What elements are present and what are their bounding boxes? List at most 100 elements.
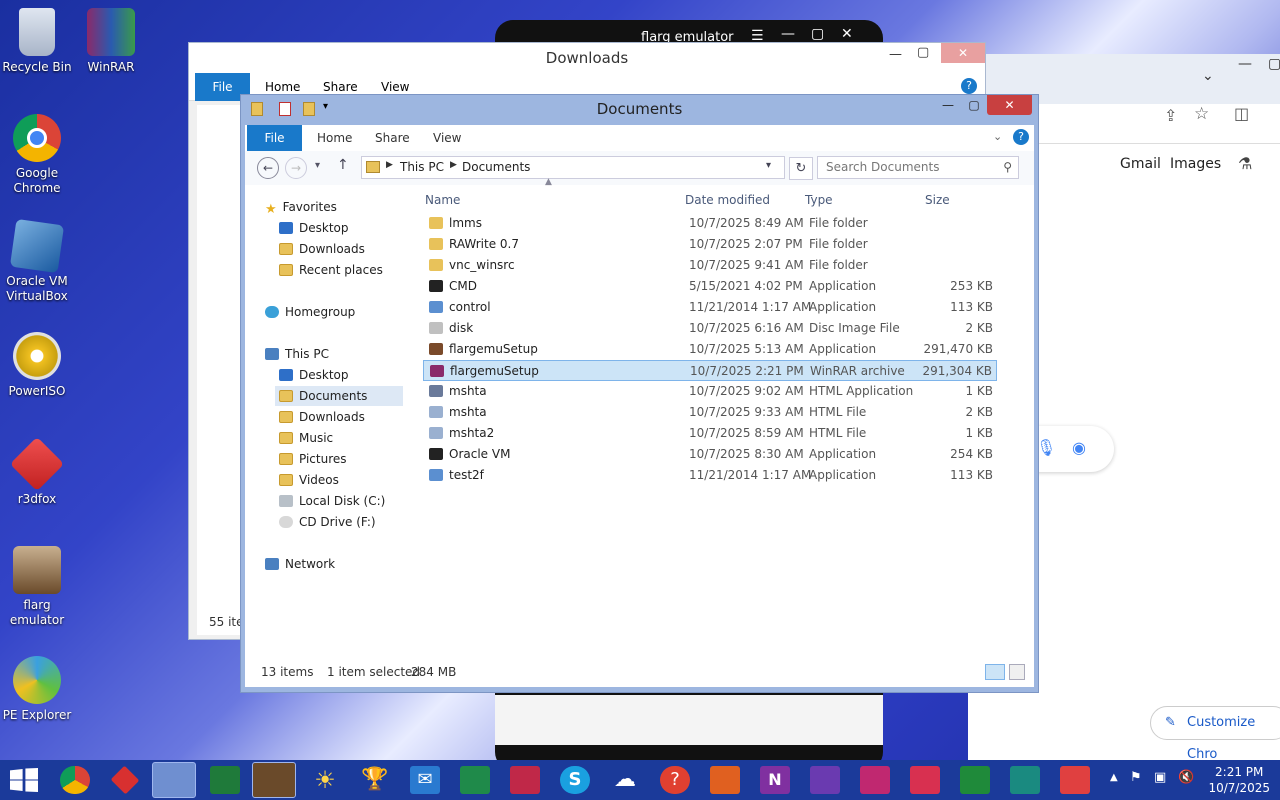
customize-chrome-button[interactable]: ✎ Customize Chro [1150, 706, 1280, 762]
chrome-taskbar-icon[interactable] [60, 766, 90, 794]
file-row[interactable]: mshta2 10/7/2025 8:59 AM HTML File 1 KB [423, 423, 997, 444]
tab-view[interactable]: View [381, 80, 409, 94]
tab-home[interactable]: Home [265, 80, 300, 94]
close-button[interactable]: ✕ [941, 43, 985, 63]
tab-home[interactable]: Home [317, 125, 352, 151]
nav-pc-videos[interactable]: Videos [279, 470, 339, 490]
nav-pc-music[interactable]: Music [279, 428, 333, 448]
volume-muted-icon[interactable]: 🔇 [1178, 770, 1194, 785]
people-taskbar-icon[interactable] [710, 766, 740, 794]
restore-icon[interactable]: ▢ [1268, 56, 1280, 72]
maximize-icon[interactable]: ▢ [917, 45, 929, 60]
skype-taskbar-icon[interactable]: S [560, 766, 590, 794]
minimize-icon[interactable]: — [889, 47, 902, 62]
nav-homegroup[interactable]: Homegroup [265, 302, 355, 322]
column-date[interactable]: Date modified [685, 193, 770, 207]
chevron-down-icon[interactable]: ⌄ [1202, 68, 1214, 84]
nav-pc-pictures[interactable]: Pictures [279, 449, 347, 469]
file-row[interactable]: flargemuSetup 10/7/2025 2:21 PM WinRAR arc… [423, 360, 997, 381]
onedrive-taskbar-icon[interactable]: ☁ [610, 766, 640, 794]
labs-icon[interactable]: ⚗ [1238, 154, 1252, 173]
flag-icon[interactable]: ⚑ [1130, 770, 1142, 785]
trophy-taskbar-icon[interactable]: 🏆 [360, 766, 390, 794]
camera-icon[interactable]: ◉ [1072, 438, 1086, 457]
tray-expand-icon[interactable]: ▲ [1110, 772, 1118, 783]
clock[interactable]: 2:21 PM 10/7/2025 [1208, 764, 1270, 796]
health-taskbar-icon[interactable] [1060, 766, 1090, 794]
desktop-icon-chrome[interactable]: Google Chrome [0, 114, 74, 196]
desktop-icon-winrar[interactable]: WinRAR [74, 8, 148, 75]
minimize-icon[interactable]: — [781, 26, 795, 42]
column-name[interactable]: Name [425, 193, 460, 207]
file-row[interactable]: mshta 10/7/2025 9:33 AM HTML File 2 KB [423, 402, 997, 423]
desktop-icon-virtualbox[interactable]: Oracle VM VirtualBox [0, 218, 74, 304]
tab-share[interactable]: Share [375, 125, 410, 151]
games-taskbar-icon[interactable] [960, 766, 990, 794]
maximize-button[interactable]: ▢ [961, 95, 987, 115]
minimize-button[interactable]: — [935, 95, 961, 115]
address-bar[interactable]: ▶ This PC ▶ Documents ▾ [361, 156, 785, 179]
start-button-icon-right[interactable] [25, 768, 38, 792]
file-row[interactable]: vnc_winsrc 10/7/2025 9:41 AM File folder [423, 255, 997, 276]
recent-locations-icon[interactable]: ▾ [315, 160, 320, 171]
nav-fav-downloads[interactable]: Downloads [279, 239, 365, 259]
column-type[interactable]: Type [805, 193, 833, 207]
nav-pc-desktop[interactable]: Desktop [279, 365, 349, 385]
images-link[interactable]: Images [1170, 156, 1221, 172]
help-icon[interactable]: ? [961, 78, 977, 94]
search-input[interactable]: Search Documents ⚲ [817, 156, 1019, 179]
desktop-icon-r3dfox[interactable]: r3dfox [0, 436, 74, 507]
file-row[interactable]: disk 10/7/2025 6:16 AM Disc Image File 2 KB [423, 318, 997, 339]
weather-taskbar-icon[interactable]: ☀ [310, 766, 340, 794]
chevron-down-icon[interactable]: ▾ [766, 160, 771, 171]
tab-view[interactable]: View [433, 125, 461, 151]
close-icon[interactable]: ✕ [841, 26, 853, 42]
help-icon[interactable]: ? [1013, 129, 1029, 145]
video-taskbar-icon[interactable] [510, 766, 540, 794]
desktop-icon-poweriso[interactable]: PowerISO [0, 332, 74, 399]
breadcrumb-this-pc[interactable]: This PC [400, 160, 444, 174]
expand-ribbon-icon[interactable]: ⌄ [993, 130, 1002, 143]
desktop-icon-flarg-emulator[interactable]: flarg emulator [0, 546, 74, 628]
gmail-link[interactable]: Gmail [1120, 156, 1161, 172]
nav-pc-documents[interactable]: Documents [275, 386, 403, 406]
emulator-screen[interactable] [495, 695, 883, 745]
nav-this-pc[interactable]: This PC [265, 344, 329, 364]
help-taskbar-icon[interactable]: ? [660, 766, 690, 794]
forward-button[interactable]: → [285, 157, 307, 179]
camera-taskbar-icon[interactable] [860, 766, 890, 794]
back-button[interactable]: ← [257, 157, 279, 179]
r3dfox-taskbar-icon[interactable] [110, 765, 140, 795]
breadcrumb-documents[interactable]: Documents [462, 160, 530, 174]
calendar-taskbar-icon[interactable] [810, 766, 840, 794]
tab-share[interactable]: Share [323, 80, 358, 94]
nav-pc-local-disk[interactable]: Local Disk (C:) [279, 491, 385, 511]
nav-pc-cd-drive[interactable]: CD Drive (F:) [279, 512, 376, 532]
network-tray-icon[interactable]: ▣ [1154, 770, 1166, 785]
minimize-icon[interactable]: — [1238, 56, 1252, 72]
food-taskbar-icon[interactable] [1010, 766, 1040, 794]
large-icons-view-icon[interactable] [1009, 664, 1025, 680]
file-explorer-taskbar-icon[interactable] [152, 762, 196, 798]
nav-network[interactable]: Network [265, 554, 335, 574]
flarg-taskbar-icon[interactable] [252, 762, 296, 798]
star-icon[interactable]: ☆ [1194, 104, 1209, 124]
refresh-button[interactable]: ↻ [789, 157, 813, 180]
file-row[interactable]: control 11/21/2014 1:17 AM Application 113 … [423, 297, 997, 318]
nav-fav-desktop[interactable]: Desktop [279, 218, 349, 238]
finance-taskbar-icon[interactable] [460, 766, 490, 794]
mail-taskbar-icon[interactable]: ✉ [410, 766, 440, 794]
music-taskbar-icon[interactable] [910, 766, 940, 794]
desktop-icon-recycle-bin[interactable]: Recycle Bin [0, 8, 74, 75]
desktop-icon-pe-explorer[interactable]: PE Explorer [0, 656, 74, 723]
file-row[interactable]: Oracle VM 10/7/2025 8:30 AM Application 254… [423, 444, 997, 465]
file-row[interactable]: mshta 10/7/2025 9:02 AM HTML Application 1 … [423, 381, 997, 402]
nav-fav-recent[interactable]: Recent places [279, 260, 383, 280]
mic-icon[interactable]: 🎙 [1036, 438, 1056, 457]
tab-file[interactable]: File [247, 125, 302, 151]
file-row[interactable]: CMD 5/15/2021 4:02 PM Application 253 KB [423, 276, 997, 297]
up-button[interactable]: ↑ [337, 157, 349, 173]
column-size[interactable]: Size [925, 193, 950, 207]
details-view-icon[interactable] [985, 664, 1005, 680]
store-taskbar-icon[interactable] [210, 766, 240, 794]
